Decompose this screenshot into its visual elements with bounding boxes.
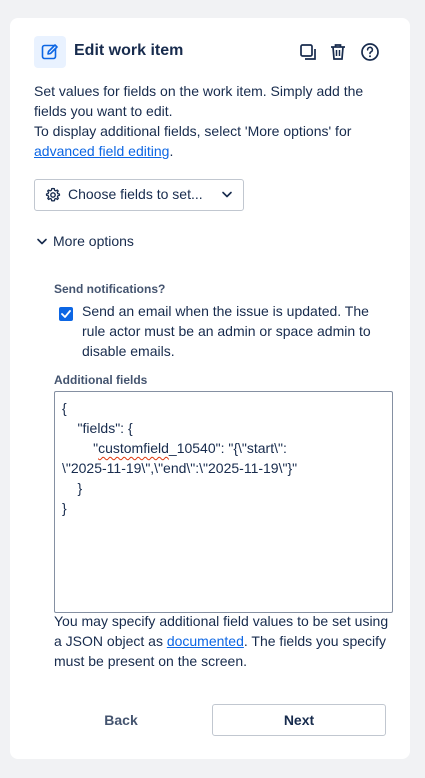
checkmark-icon [61,310,71,318]
json-line-suffix: _10540": "{\"start\": [168,440,287,456]
spellcheck-word: customfield [98,440,169,456]
next-button[interactable]: Next [212,704,386,736]
trash-icon[interactable] [326,40,350,64]
edit-pencil-icon [34,36,66,68]
more-options-label: More options [53,233,134,249]
description-period: . [169,143,174,159]
choose-fields-button[interactable]: Choose fields to set... [34,179,244,211]
chevron-down-icon [222,191,232,198]
json-line: { [62,400,67,416]
back-button[interactable]: Back [54,704,188,736]
more-options-toggle[interactable]: More options [34,232,154,252]
choose-fields-label: Choose fields to set... [68,186,203,202]
json-line: "fields": { [62,420,133,436]
json-line: "customfield_10540": "{\"start\": [62,438,392,458]
advanced-field-editing-link[interactable]: advanced field editing [34,143,169,159]
help-icon[interactable] [358,40,382,64]
gear-icon [45,187,61,202]
send-email-checkbox[interactable] [59,307,73,321]
send-notifications-label: Send notifications? [54,282,166,296]
send-email-text: Send an email when the issue is updated.… [82,303,371,359]
json-line: } [62,480,83,496]
json-line-prefix: " [62,440,99,456]
json-line: \"2025-11-19\",\"end\":\"2025-11-19\"}" [62,460,298,476]
documented-link[interactable]: documented [167,633,244,649]
description-text-2: To display additional fields, select 'Mo… [34,123,352,139]
panel-header: Edit work item [34,36,386,68]
json-line: } [62,500,67,516]
page-title: Edit work item [74,42,184,59]
edit-work-item-panel: Edit work item Set values for fields on … [10,18,410,759]
chevron-down-icon [37,238,47,245]
additional-fields-textarea[interactable]: { "fields": { "customfield_10540": "{\"s… [54,391,393,613]
panel-description: Set values for fields on the work item. … [34,81,394,161]
additional-fields-label: Additional fields [54,373,148,387]
description-text: Set values for fields on the work item. … [34,83,364,119]
additional-fields-help: You may specify additional field values … [54,611,394,671]
duplicate-icon[interactable] [296,40,320,64]
